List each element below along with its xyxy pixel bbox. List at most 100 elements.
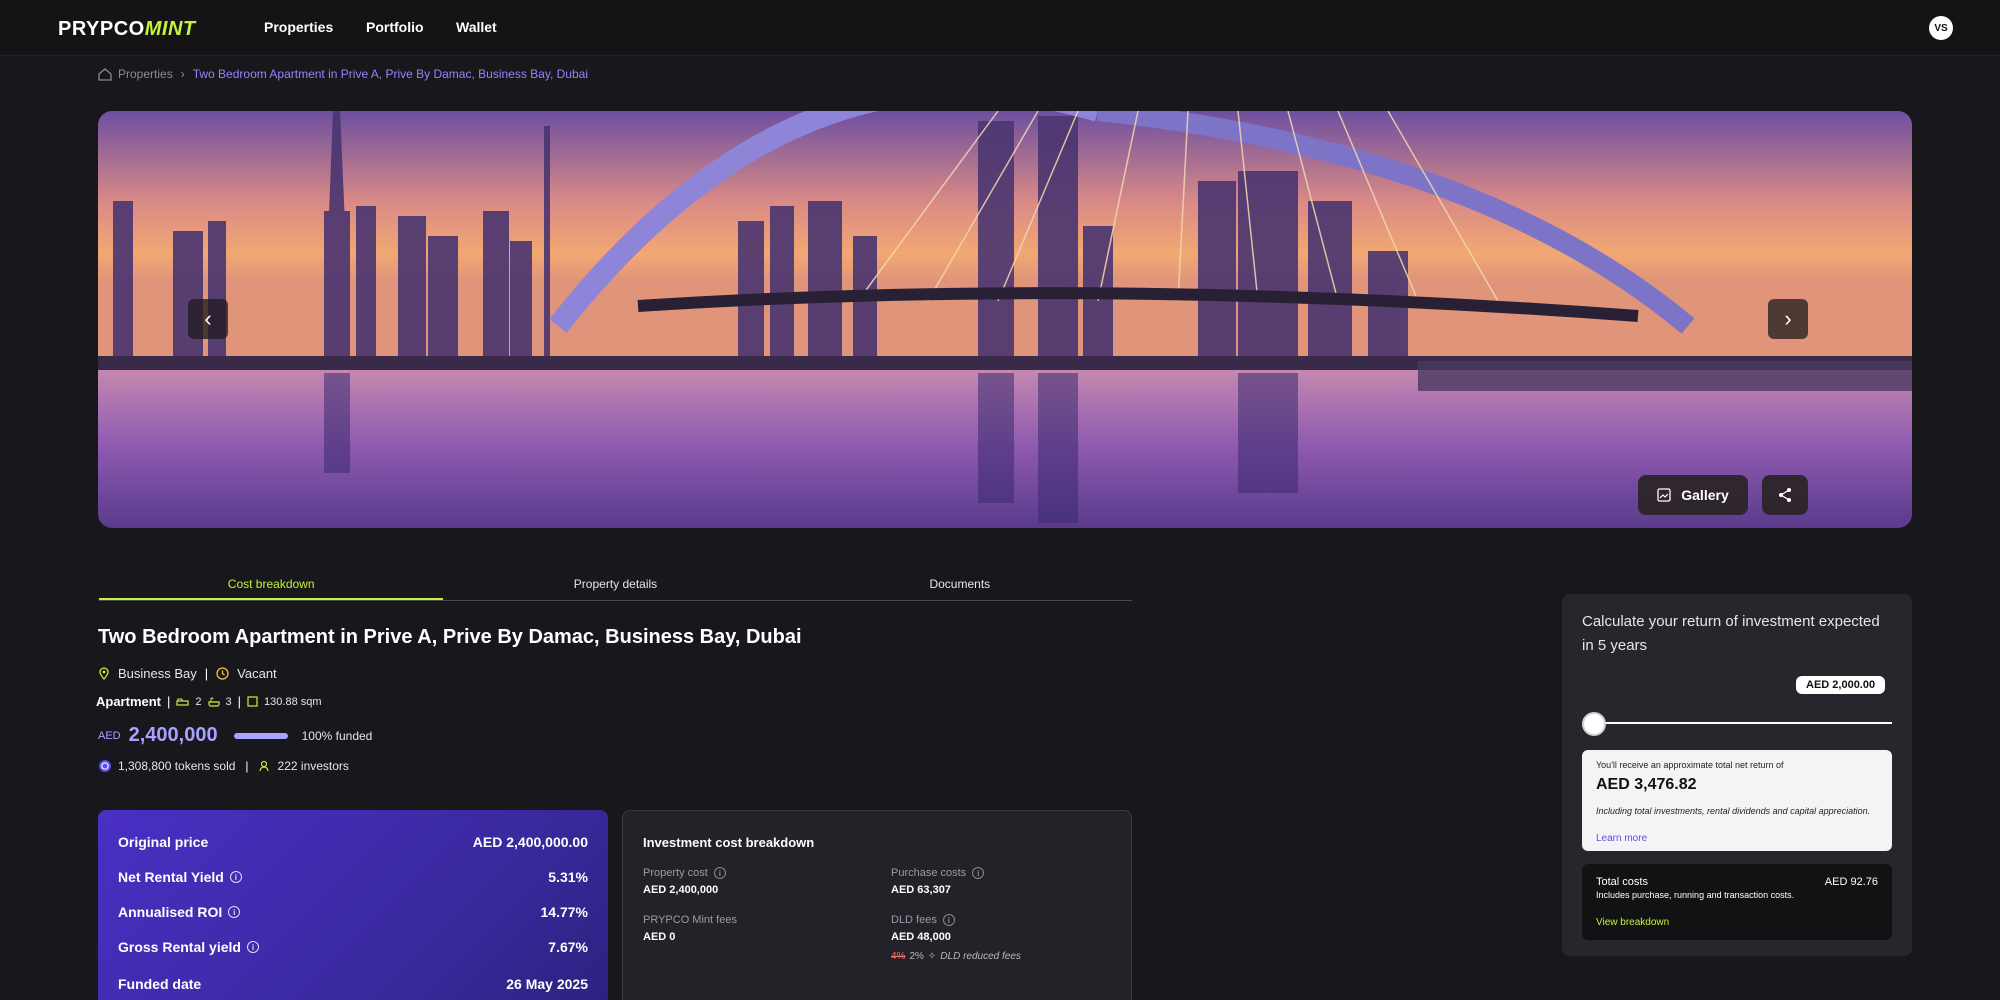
prev-image-button[interactable]: ‹ [188,299,228,339]
stat-value: AED 2,400,000.00 [472,834,588,850]
dld-new-rate: 2% [909,951,924,962]
clock-icon [216,667,229,680]
cost-value: AED 0 [643,931,676,943]
cost-item-property-cost: Property cost i AED 2,400,000 [643,867,726,896]
info-icon[interactable]: i [942,914,955,926]
stat-label: Original price [118,834,208,850]
tokens-investors-row: 1,308,800 tokens sold | 222 investors [98,759,349,773]
info-icon[interactable]: i [229,871,242,883]
cost-label-text: PRYPCO Mint fees [643,914,737,926]
info-icon[interactable]: i [228,906,241,918]
location-label: Business Bay [118,666,197,681]
breadcrumb-home[interactable]: Properties [98,67,173,81]
breadcrumb: Properties › Two Bedroom Apartment in Pr… [98,67,588,81]
bathrooms-count: 3 [225,695,232,708]
dld-reduced-fees-note: 4% 2% ✧ DLD reduced fees [891,951,1021,962]
tab-documents[interactable]: Documents [788,573,1132,600]
cost-item-mint-fees: PRYPCO Mint fees AED 0 [643,914,737,943]
total-costs-label: Total costs [1596,876,1648,888]
stat-label-text: Net Rental Yield [118,869,224,885]
share-button[interactable] [1762,475,1808,515]
cost-item-purchase-costs: Purchase costs i AED 63,307 [891,867,985,896]
stat-label-text: Original price [118,834,209,850]
cost-label-text: Property cost [643,867,708,879]
stat-funded-date: Funded date 26 May 2025 [118,976,588,992]
property-type: Apartment [96,694,162,709]
key-metrics-card: Original price AED 2,400,000.00 Net Rent… [98,810,608,1000]
image-icon [1657,488,1671,502]
total-costs-box: Total costs AED 92.76 Includes purchase,… [1582,864,1892,940]
chevron-left-icon: ‹ [204,306,212,331]
nav-portfolio[interactable]: Portfolio [366,19,424,35]
cost-label: PRYPCO Mint fees [643,914,737,926]
gallery-label: Gallery [1681,487,1729,503]
cost-value: AED 48,000 [891,931,951,943]
price-currency: AED [98,729,121,742]
location-status-row: Business Bay | Vacant [98,666,277,681]
separator: | [237,694,242,709]
gallery-button[interactable]: Gallery [1638,475,1748,515]
cost-label: DLD fees i [891,914,955,926]
cost-value: AED 2,400,000 [643,884,719,896]
dubai-skyline-photo [98,111,1912,528]
location-pin-icon [99,667,109,680]
chevron-right-icon: › [180,67,185,81]
breadcrumb-home-label: Properties [118,67,173,81]
share-icon [1779,488,1791,502]
stat-label-text: Annualised ROI [118,904,223,920]
cost-item-dld-fees: DLD fees i AED 48,000 [891,914,955,943]
dld-old-rate: 4% [891,951,906,962]
learn-more-link[interactable]: Learn more [1596,833,1647,844]
separator: | [167,694,171,709]
nav-properties[interactable]: Properties [264,19,333,35]
stat-label-text: Funded date [118,976,202,992]
token-icon [99,760,111,772]
separator: | [204,666,209,681]
info-icon[interactable]: i [972,867,985,879]
investment-slider-thumb[interactable] [1582,712,1606,736]
cost-card-title: Investment cost breakdown [643,835,815,850]
stat-label: Net Rental Yield i [118,869,242,885]
cost-value: AED 63,307 [891,884,951,896]
investment-slider-track[interactable] [1582,722,1892,724]
tab-cost-breakdown[interactable]: Cost breakdown [99,573,444,600]
stat-value: 26 May 2025 [506,976,588,992]
stat-net-rental-yield: Net Rental Yield i 5.31% [118,869,588,885]
stat-annualised-roi: Annualised ROI i 14.77% [118,904,588,920]
stat-label-text: Gross Rental yield [118,939,241,955]
stat-gross-rental-yield: Gross Rental yield i 7.67% [118,939,588,955]
tab-property-details[interactable]: Property details [443,573,787,600]
bedrooms-count: 2 [195,695,202,708]
area-value: 130.88 sqm [264,695,322,708]
property-price: 2,400,000 [128,724,218,746]
funding-progress-bar [233,732,288,739]
next-image-button[interactable]: › [1768,299,1808,339]
tokens-sold: 1,308,800 tokens sold [118,759,236,773]
nav-wallet[interactable]: Wallet [456,19,497,35]
bath-icon [207,697,220,707]
users-icon [258,760,269,772]
logo-text-prypco: PRYPCO [58,18,145,40]
cost-label-text: DLD fees [891,914,937,926]
prypco-mint-logo[interactable]: PRYPCOMINT [58,18,196,41]
investment-cost-breakdown-card: Investment cost breakdown Property cost i… [622,810,1132,1000]
property-title: Two Bedroom Apartment in Prive A, Prive … [98,626,802,648]
stat-label: Gross Rental yield i [118,939,259,955]
funded-label: 100% funded [301,728,373,743]
cost-label: Purchase costs i [891,867,985,879]
info-icon[interactable]: i [713,867,726,879]
view-breakdown-link[interactable]: View breakdown [1596,917,1669,928]
stat-value: 14.77% [540,904,588,920]
total-costs-note: Includes purchase, running and transacti… [1596,890,1795,900]
property-tabs: Cost breakdown Property details Document… [99,573,1132,601]
cost-label: Property cost i [643,867,726,879]
stat-value: 7.67% [548,939,588,955]
investment-amount-pill[interactable]: AED 2,000.00 [1796,676,1886,694]
top-navigation-bar: PRYPCOMINT Properties Portfolio Wallet V… [0,0,2000,56]
property-specs-row: Apartment | 2 3 | 130.88 sqm [96,694,322,709]
return-amount: AED 3,476.82 [1596,776,1697,793]
info-icon[interactable]: i [246,941,259,953]
status-label: Vacant [237,666,277,681]
estimated-return-box: You'll receive an approximate total net … [1582,750,1892,851]
user-avatar[interactable]: VS [1929,16,1953,40]
